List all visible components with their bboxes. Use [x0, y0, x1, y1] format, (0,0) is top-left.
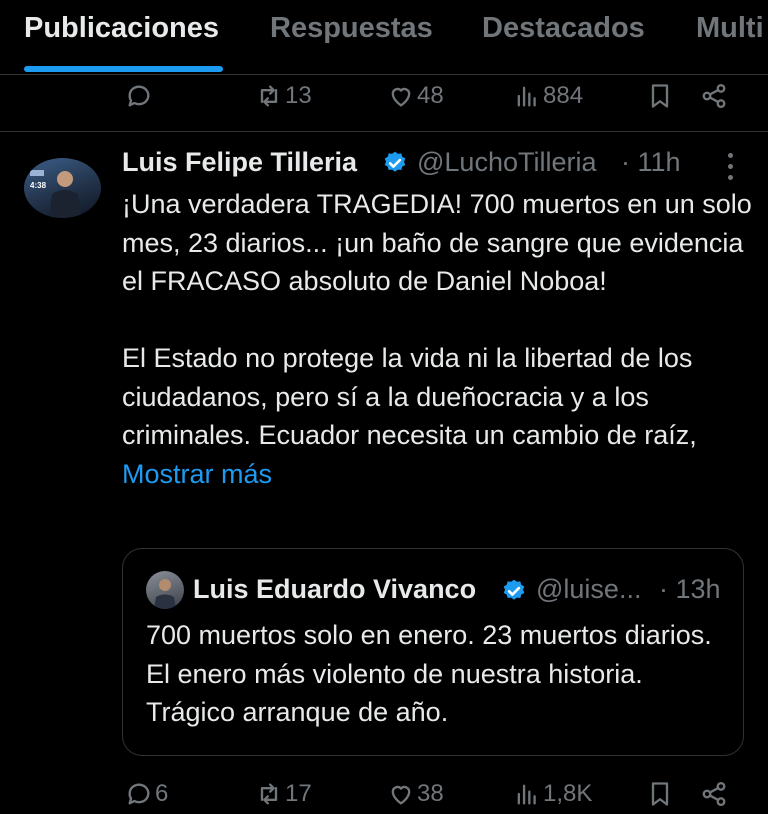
- post-author-name[interactable]: Luis Felipe Tilleria: [122, 147, 357, 178]
- reply-count: 6: [155, 780, 169, 807]
- views-icon: [517, 86, 536, 107]
- quoted-post-card[interactable]: Luis Eduardo Vivanco @luise... · 13h 700…: [122, 548, 744, 756]
- bookmark-icon: [651, 84, 669, 108]
- views-icon: [517, 784, 536, 805]
- tab-publicaciones[interactable]: Publicaciones: [24, 12, 219, 45]
- tab-respuestas[interactable]: Respuestas: [270, 12, 433, 45]
- repost-icon: [260, 85, 278, 107]
- like-icon: [391, 87, 411, 107]
- tab-destacados[interactable]: Destacados: [482, 12, 645, 45]
- share-button[interactable]: [700, 76, 728, 116]
- verified-badge-icon: [384, 151, 406, 172]
- post-paragraph-2: El Estado no protege la vida ni la liber…: [122, 343, 697, 489]
- tab-multimedia[interactable]: Multi: [696, 12, 764, 45]
- post-author-handle[interactable]: @LuchoTilleria: [417, 147, 596, 178]
- reply-icon: [128, 85, 150, 107]
- post-text: ¡Una verdadera TRAGEDIA! 700 muertos en …: [122, 185, 752, 493]
- quoted-timestamp: · 13h: [659, 574, 721, 604]
- post-timestamp[interactable]: · 11h: [621, 147, 681, 178]
- post-paragraph-1: ¡Una verdadera TRAGEDIA! 700 muertos en …: [122, 189, 752, 296]
- reply-icon: [128, 783, 150, 805]
- bookmark-button[interactable]: [646, 76, 674, 116]
- views-button[interactable]: 1,8K: [513, 774, 592, 814]
- prev-post-actions: 13 48 884: [0, 76, 768, 116]
- show-more-link[interactable]: Mostrar más: [122, 459, 272, 489]
- share-icon: [702, 83, 726, 109]
- like-icon: [391, 785, 411, 805]
- reply-button[interactable]: 6: [125, 774, 168, 814]
- verified-badge-icon: [503, 579, 525, 600]
- like-button[interactable]: 38: [387, 774, 444, 814]
- repost-button[interactable]: 17: [255, 774, 312, 814]
- quoted-post-text: 700 muertos solo en enero. 23 muertos di…: [146, 620, 712, 727]
- share-icon: [702, 781, 726, 807]
- views-count: 1,8K: [543, 780, 593, 807]
- views-count: 884: [543, 82, 584, 109]
- repost-icon: [260, 783, 278, 805]
- views-button[interactable]: 884: [513, 76, 583, 116]
- share-button[interactable]: [700, 774, 728, 814]
- author-avatar[interactable]: 4:38: [24, 158, 101, 218]
- more-options-icon[interactable]: [720, 153, 740, 183]
- bookmark-button[interactable]: [646, 774, 674, 814]
- post-actions: 6 17 38 1,8K: [0, 774, 768, 814]
- reply-button[interactable]: [125, 76, 153, 116]
- like-count: 38: [417, 780, 444, 807]
- like-button[interactable]: 48: [387, 76, 444, 116]
- profile-tabs: Publicaciones Respuestas Destacados Mult…: [0, 0, 768, 75]
- repost-count: 13: [285, 82, 312, 109]
- quoted-author-avatar: [146, 571, 184, 609]
- like-count: 48: [417, 82, 444, 109]
- person-silhouette-icon: [154, 579, 176, 609]
- quoted-author-handle: @luise...: [536, 574, 642, 604]
- active-tab-indicator: [24, 66, 223, 72]
- repost-button[interactable]: 13: [255, 76, 312, 116]
- post-divider: [0, 131, 768, 132]
- repost-count: 17: [285, 780, 312, 807]
- bookmark-icon: [651, 782, 669, 806]
- quoted-author-name: Luis Eduardo Vivanco: [193, 574, 477, 604]
- avatar-caption: 4:38: [30, 181, 47, 190]
